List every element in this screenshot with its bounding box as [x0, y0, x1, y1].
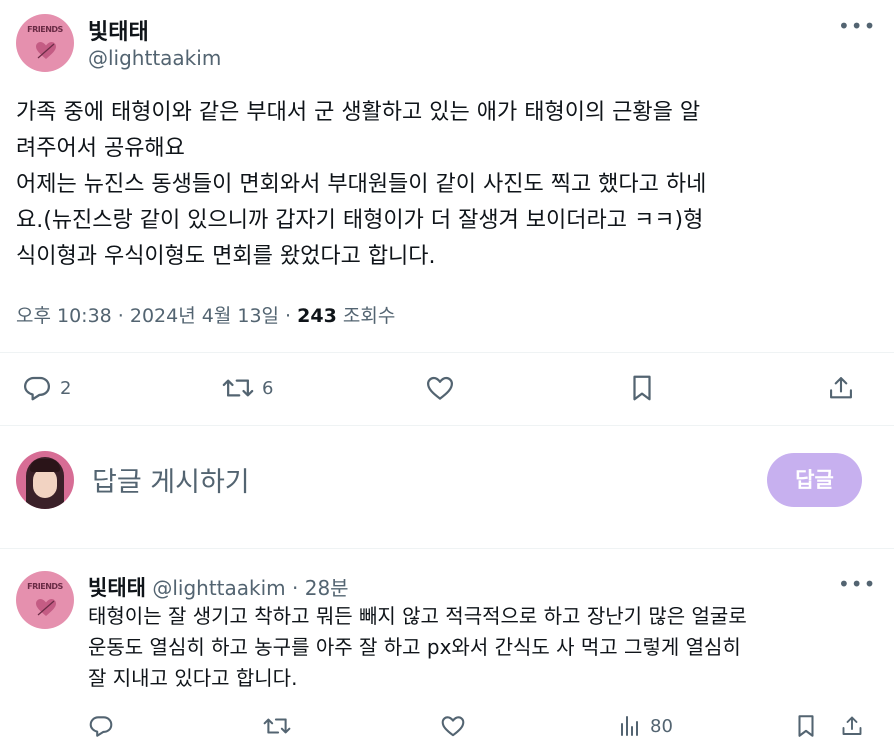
- reply-button[interactable]: 2: [22, 373, 71, 403]
- author-avatar[interactable]: FRIENDS: [16, 14, 74, 72]
- bookmark-icon: [798, 715, 814, 737]
- retweet-icon: [263, 718, 291, 734]
- reply-icon: [24, 376, 50, 401]
- reply-submit-button[interactable]: 답글: [767, 453, 862, 507]
- reply-header: 빛태태 @lighttaakim · 28분: [88, 572, 349, 602]
- avatar-logo-text: FRIENDS: [27, 582, 63, 591]
- reply-share-button[interactable]: [840, 713, 864, 739]
- views-label: 조회수: [342, 305, 396, 327]
- retweet-count: 6: [262, 377, 274, 399]
- tweet-text: 가족 중에 태형이와 같은 부대서 군 생활하고 있는 애가 태형이의 근황을 …: [16, 100, 707, 269]
- views-icon: [621, 716, 638, 736]
- reply-views-count: 80: [650, 715, 673, 737]
- reply-views-button[interactable]: 80: [618, 713, 673, 739]
- reply-author-avatar[interactable]: FRIENDS: [16, 571, 74, 629]
- bookmark-icon: [633, 375, 651, 401]
- avatar-heart-icon: [36, 599, 56, 616]
- more-icon[interactable]: •••: [838, 572, 876, 596]
- reply-text: 태형이는 잘 생기고 착하고 뭐든 빼지 않고 적극적으로 하고 장난기 많은 …: [88, 604, 747, 690]
- reply-retweet-button[interactable]: [263, 713, 291, 739]
- share-button[interactable]: [827, 373, 855, 403]
- share-icon: [842, 716, 862, 735]
- more-icon[interactable]: •••: [838, 14, 876, 38]
- like-button[interactable]: [425, 373, 455, 403]
- retweet-button[interactable]: 6: [222, 373, 273, 403]
- author-handle[interactable]: @lighttaakim: [88, 46, 221, 70]
- reply-bookmark-button[interactable]: [794, 713, 818, 739]
- reply-count: 2: [60, 377, 72, 399]
- reply-like-button[interactable]: [440, 713, 466, 739]
- like-icon: [427, 376, 453, 400]
- divider: [0, 352, 894, 353]
- reply-icon: [89, 716, 113, 737]
- divider: [0, 548, 894, 549]
- author-name[interactable]: 빛태태: [88, 14, 149, 46]
- views-count: 243: [297, 305, 337, 327]
- avatar-heart-icon: [36, 42, 56, 59]
- tweet-meta: 오후 10:38 · 2024년 4월 13일 · 243 조회수: [16, 301, 395, 328]
- reply-author-name[interactable]: 빛태태: [88, 576, 146, 600]
- reply-input[interactable]: 답글 게시하기: [92, 460, 250, 499]
- divider: [0, 425, 894, 426]
- bookmark-button[interactable]: [628, 373, 656, 403]
- composer-avatar[interactable]: [16, 451, 74, 509]
- share-icon: [830, 377, 852, 399]
- reply-author-handle[interactable]: @lighttaakim: [152, 576, 285, 600]
- tweet-timestamp[interactable]: 오후 10:38 · 2024년 4월 13일 ·: [16, 305, 291, 327]
- retweet-icon: [222, 379, 254, 397]
- avatar-logo-text: FRIENDS: [27, 25, 63, 34]
- like-icon: [441, 716, 465, 737]
- reply-time[interactable]: · 28분: [292, 576, 349, 600]
- reply-reply-button[interactable]: [88, 713, 114, 739]
